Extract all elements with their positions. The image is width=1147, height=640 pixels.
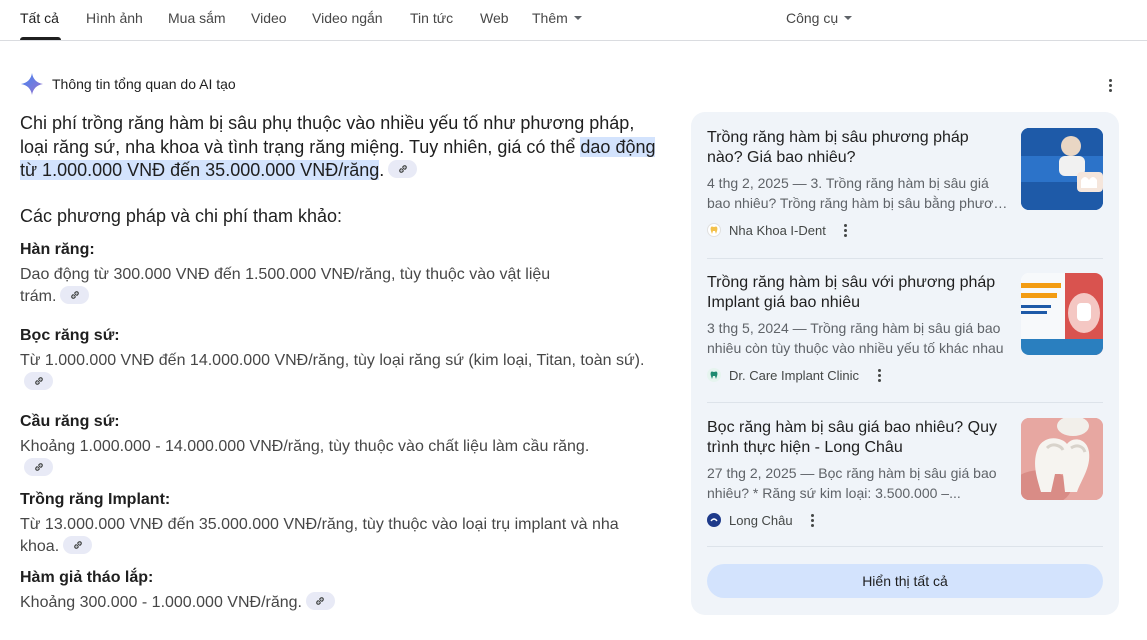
item-body-text: Khoảng 1.000.000 - 14.000.000 VNĐ/răng, …	[20, 438, 590, 455]
ai-overview-more-icon[interactable]	[1102, 77, 1118, 93]
snippet-line: 4 thg 2, 2025 — 3. Trồng răng hàm bị sâu…	[707, 175, 989, 191]
item-body: Từ 13.000.000 VNĐ đến 35.000.000 VNĐ/răn…	[20, 514, 660, 558]
tab-images[interactable]: Hình ảnh	[86, 10, 143, 26]
item-body: Dao động từ 300.000 VNĐ đến 1.500.000 VN…	[20, 264, 580, 308]
source-card[interactable]: Trồng răng hàm bị sâu phương pháp nào? G…	[707, 128, 1103, 240]
item-heading: Trồng răng Implant:	[20, 491, 171, 508]
tab-news[interactable]: Tin tức	[410, 10, 453, 26]
item-body: Khoảng 300.000 - 1.000.000 VNĐ/răng.	[20, 591, 660, 614]
snippet-line: nhiêu còn tùy thuộc vào nhiều yếu tố khá…	[707, 340, 1004, 356]
intro-end: .	[379, 160, 385, 180]
source-snippet: 3 thg 5, 2024 — Trồng răng hàm bị sâu gi…	[707, 318, 1009, 358]
item-body-text: Từ 1.000.000 VNĐ đến 14.000.000 VNĐ/răng…	[20, 352, 645, 369]
list-item: Hàn răng: Dao động từ 300.000 VNĐ đến 1.…	[20, 240, 660, 308]
tab-all[interactable]: Tất cả	[20, 10, 59, 26]
snippet-line: 3 thg 5, 2024 — Trồng răng hàm bị sâu gi…	[707, 320, 1001, 336]
show-all-button[interactable]: Hiển thị tất cả	[707, 564, 1103, 598]
source-link-icon[interactable]	[63, 535, 93, 554]
source-divider	[707, 402, 1103, 403]
source-title[interactable]: Trồng răng hàm bị sâu với phương pháp Im…	[707, 273, 1007, 313]
source-thumbnail[interactable]	[1021, 273, 1103, 355]
source-link-icon[interactable]	[60, 285, 90, 304]
source-more-icon[interactable]	[838, 222, 854, 238]
source-site-name: Dr. Care Implant Clinic	[729, 367, 860, 383]
snippet-line: nhiêu? * Răng sứ kim loại: 3.500.000 –..…	[707, 485, 961, 501]
list-item: Bọc răng sứ: Từ 1.000.000 VNĐ đến 14.000…	[20, 326, 660, 394]
intro-text: Chi phí trồng răng hàm bị sâu phụ thuộc …	[20, 113, 635, 157]
tab-video[interactable]: Video	[251, 10, 287, 26]
tab-more[interactable]: Thêm	[532, 10, 582, 26]
item-body-text: Dao động từ 300.000 VNĐ đến 1.500.000 VN…	[20, 266, 551, 305]
item-heading: Hàn răng:	[20, 241, 95, 258]
source-link-icon[interactable]	[24, 371, 53, 390]
search-tabs: Tất cả Hình ảnh Mua sắm Video Video ngắn…	[0, 0, 1147, 41]
tab-shopping[interactable]: Mua sắm	[168, 10, 226, 26]
ai-overview-header: Thông tin tổng quan do AI tạo	[20, 72, 236, 96]
source-title[interactable]: Bọc răng hàm bị sâu giá bao nhiêu? Quy t…	[707, 418, 1007, 458]
source-card[interactable]: Trồng răng hàm bị sâu với phương pháp Im…	[707, 273, 1103, 385]
tab-more-label: Thêm	[532, 10, 568, 26]
source-thumbnail[interactable]	[1021, 128, 1103, 210]
item-body: Khoảng 1.000.000 - 14.000.000 VNĐ/răng, …	[20, 436, 590, 480]
item-heading: Bọc răng sứ:	[20, 327, 120, 344]
ai-intro-paragraph: Chi phí trồng răng hàm bị sâu phụ thuộc …	[20, 112, 660, 183]
list-item: Cầu răng sứ: Khoảng 1.000.000 - 14.000.0…	[20, 412, 660, 480]
source-title[interactable]: Trồng răng hàm bị sâu phương pháp nào? G…	[707, 128, 1007, 168]
source-snippet: 4 thg 2, 2025 — 3. Trồng răng hàm bị sâu…	[707, 173, 1009, 213]
item-heading: Hàm giả tháo lắp:	[20, 569, 154, 586]
source-more-icon[interactable]	[871, 367, 887, 383]
tab-web[interactable]: Web	[480, 10, 509, 26]
source-site-name: Nha Khoa I-Dent	[729, 222, 826, 238]
source-link-icon[interactable]	[388, 160, 418, 179]
tools-label: Công cụ	[786, 10, 839, 26]
tab-short-video[interactable]: Video ngắn	[312, 10, 383, 26]
item-body: Từ 1.000.000 VNĐ đến 14.000.000 VNĐ/răng…	[20, 350, 645, 394]
long-chau-logo-icon	[707, 513, 721, 527]
item-heading: Cầu răng sứ:	[20, 413, 120, 430]
source-card[interactable]: Bọc răng hàm bị sâu giá bao nhiêu? Quy t…	[707, 418, 1103, 530]
source-meta: Dr. Care Implant Clinic	[707, 367, 887, 383]
methods-section-title: Các phương pháp và chi phí tham khảo:	[20, 206, 343, 226]
source-meta: Nha Khoa I-Dent	[707, 222, 854, 238]
source-more-icon[interactable]	[805, 512, 821, 528]
list-item: Trồng răng Implant: Từ 13.000.000 VNĐ đế…	[20, 490, 660, 558]
sources-panel: Trồng răng hàm bị sâu phương pháp nào? G…	[691, 112, 1119, 615]
source-link-icon[interactable]	[24, 457, 53, 476]
ai-sparkle-icon	[20, 72, 44, 96]
tooth-logo-icon	[707, 368, 721, 382]
ai-overview-body: Chi phí trồng răng hàm bị sâu phụ thuộc …	[20, 112, 660, 183]
source-meta: Long Châu	[707, 512, 821, 528]
active-tab-indicator	[20, 37, 61, 40]
source-thumbnail[interactable]	[1021, 418, 1103, 500]
tools-button[interactable]: Công cụ	[786, 10, 853, 26]
item-body-text: Khoảng 300.000 - 1.000.000 VNĐ/răng.	[20, 594, 302, 611]
list-item: Hàm giả tháo lắp: Khoảng 300.000 - 1.000…	[20, 568, 660, 614]
source-snippet: 27 thg 2, 2025 — Bọc răng hàm bị sâu giá…	[707, 463, 1009, 503]
ai-overview-title: Thông tin tổng quan do AI tạo	[52, 76, 236, 92]
source-divider	[707, 258, 1103, 259]
source-divider	[707, 546, 1103, 547]
snippet-line: 27 thg 2, 2025 — Bọc răng hàm bị sâu giá…	[707, 465, 997, 481]
tooth-logo-icon	[707, 223, 721, 237]
source-site-name: Long Châu	[729, 512, 793, 528]
item-body-text: Từ 13.000.000 VNĐ đến 35.000.000 VNĐ/răn…	[20, 516, 619, 555]
source-link-icon[interactable]	[305, 591, 335, 610]
chevron-down-icon	[844, 16, 853, 21]
snippet-line: bao nhiêu? Trồng răng hàm bị sâu bằng ph…	[707, 195, 1009, 211]
chevron-down-icon	[573, 16, 582, 21]
